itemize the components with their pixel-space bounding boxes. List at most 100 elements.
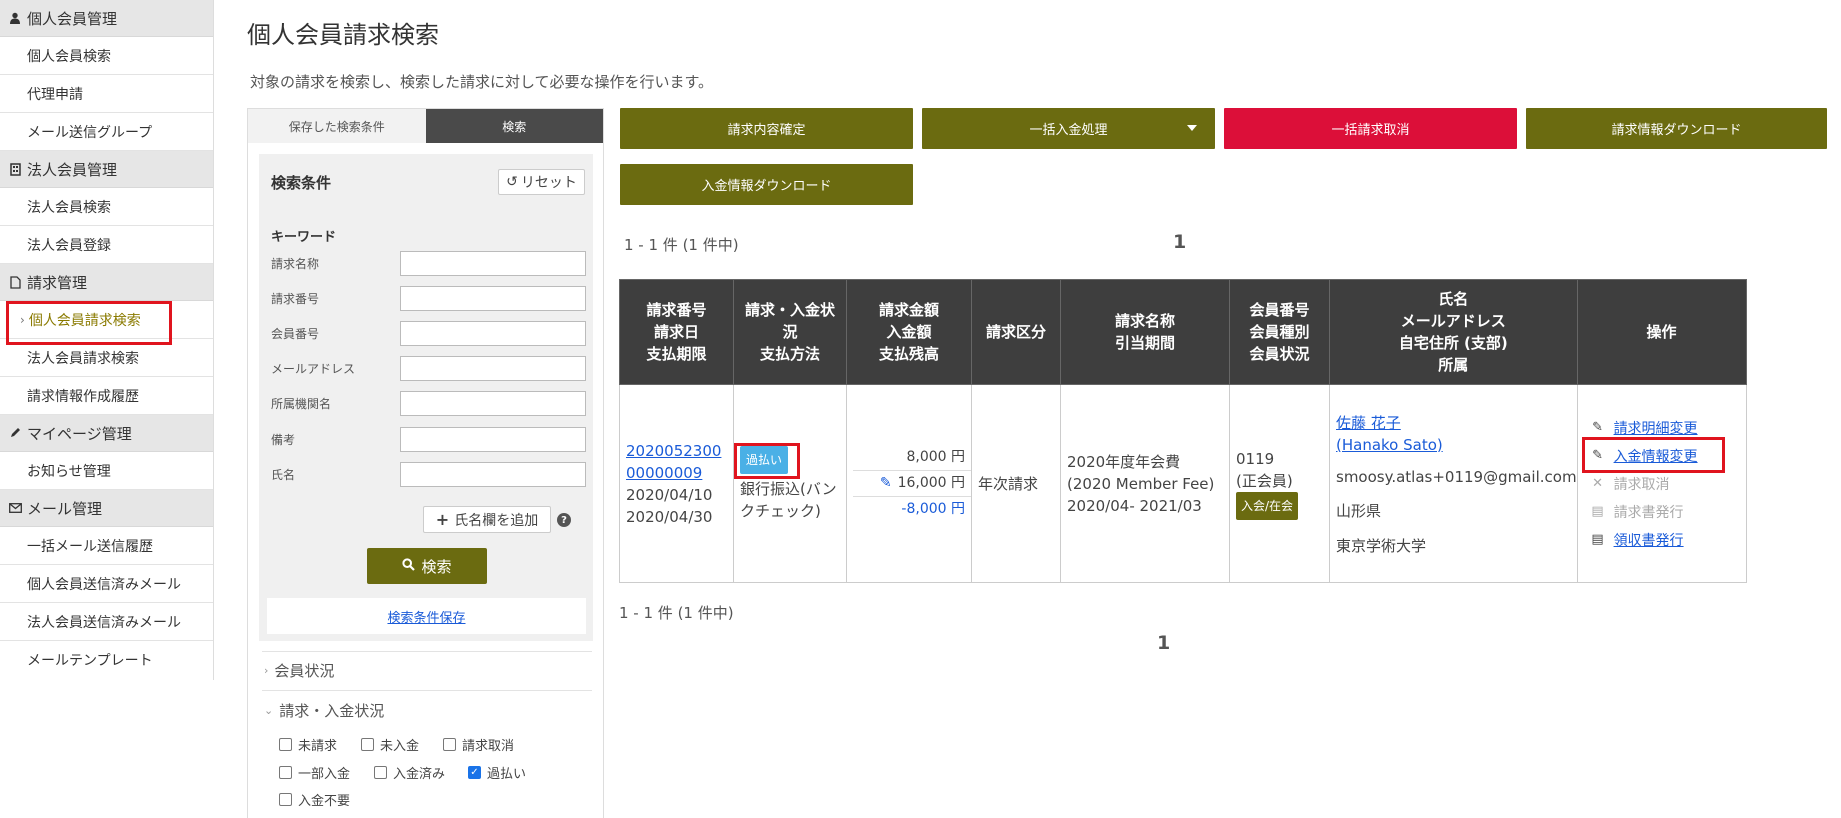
- pen-icon: [8, 426, 22, 440]
- pencil-icon[interactable]: ✎: [880, 475, 892, 491]
- mail-icon: [8, 501, 22, 515]
- op-label: 請求書発行: [1613, 504, 1684, 521]
- checkbox-partial[interactable]: 一部入金: [279, 763, 350, 782]
- page-number-bottom[interactable]: 1: [1157, 632, 1170, 654]
- search-button[interactable]: 検索: [367, 548, 487, 584]
- checkbox-unbilled[interactable]: 未請求: [279, 735, 337, 754]
- confirm-invoice-button[interactable]: 請求内容確定: [620, 108, 913, 149]
- op-label[interactable]: 領収書発行: [1614, 530, 1684, 550]
- sidebar-section-billing: 請求管理: [0, 264, 213, 301]
- sidebar-item-label: メールテンプレート: [27, 653, 153, 669]
- sidebar-item-notices[interactable]: お知らせ管理: [0, 452, 213, 490]
- sidebar-item-proxy-application[interactable]: 代理申請: [0, 75, 213, 113]
- table-row: 2020052300 00000009 2020/04/10 2020/04/30…: [619, 384, 1747, 583]
- sidebar-item-billing-history[interactable]: 請求情報作成履歴: [0, 377, 213, 415]
- save-condition-link[interactable]: 検索条件保存: [387, 607, 465, 626]
- checkbox-box[interactable]: [279, 766, 292, 779]
- member-type: (正会員): [1236, 471, 1293, 490]
- tab-saved-conditions[interactable]: 保存した検索条件: [248, 109, 426, 143]
- pencil-icon: ✎: [1592, 420, 1604, 435]
- field-invoice-number: 請求番号: [271, 285, 586, 311]
- result-count-bottom: 1 - 1 件 (1 件中): [619, 604, 734, 622]
- member-number-input[interactable]: [400, 320, 586, 346]
- header-invoice-number: 請求番号 請求日 支払期限: [619, 279, 734, 385]
- tab-search[interactable]: 検索: [425, 109, 603, 143]
- sidebar-item-personal-sent-mail[interactable]: 個人会員送信済みメール: [0, 565, 213, 603]
- sidebar-item-corporate-sent-mail[interactable]: 法人会員送信済みメール: [0, 603, 213, 641]
- invoice-name: 2020年度年会費: [1067, 452, 1181, 471]
- member-status-badge: 入会/在会: [1236, 491, 1299, 520]
- field-invoice-name: 請求名称: [271, 250, 586, 276]
- sidebar-item-corporate-billing-search[interactable]: 法人会員請求検索: [0, 339, 213, 377]
- sidebar-item-corporate-register[interactable]: 法人会員登録: [0, 226, 213, 264]
- edit-invoice-detail-action[interactable]: ✎ 請求明細変更: [1590, 414, 1746, 442]
- issue-invoice-action: ▤ 請求書発行: [1590, 498, 1746, 526]
- invoice-name-input[interactable]: [400, 250, 586, 276]
- bulk-cancel-button[interactable]: 一括請求取消: [1224, 108, 1517, 149]
- payment-download-button[interactable]: 入金情報ダウンロード: [620, 164, 913, 205]
- checkbox-box-checked[interactable]: ✓: [468, 766, 481, 779]
- cancel-invoice-action: ✕ 請求取消: [1590, 470, 1746, 498]
- checkbox-paid[interactable]: 入金済み: [374, 763, 445, 782]
- issue-receipt-action[interactable]: ▤ 領収書発行: [1590, 526, 1746, 554]
- checkbox-box[interactable]: [361, 738, 374, 751]
- divider: [262, 651, 592, 652]
- sidebar-section-mypage: マイページ管理: [0, 415, 213, 452]
- name-input[interactable]: [400, 461, 586, 487]
- page-number-top[interactable]: 1: [1173, 231, 1186, 253]
- field-label: 備考: [271, 432, 296, 447]
- help-icon[interactable]: ?: [557, 513, 571, 527]
- person-name-link[interactable]: 佐藤 花子 (Hanako Sato): [1336, 412, 1577, 456]
- cell-amounts: 8,000 円 ✎ 16,000 円 -8,000 円: [846, 384, 972, 583]
- checkbox-unpaid[interactable]: 未入金: [361, 735, 419, 754]
- field-label: 所属機関名: [271, 396, 332, 411]
- accordion-label: 会員状況: [274, 662, 335, 680]
- file-icon: ▤: [1591, 504, 1604, 519]
- sidebar-item-bulk-mail-history[interactable]: 一括メール送信履歴: [0, 527, 213, 565]
- add-name-field-button[interactable]: + 氏名欄を追加: [423, 506, 551, 533]
- checkbox-cancelled[interactable]: 請求取消: [443, 735, 514, 754]
- affiliation: 東京学術大学: [1336, 536, 1427, 555]
- amount-billed: 8,000 円: [853, 445, 971, 471]
- cell-member: 0119 (正会員) 入会/在会: [1229, 384, 1330, 583]
- sidebar-item-mail-group[interactable]: メール送信グループ: [0, 113, 213, 151]
- sidebar-item-personal-billing-search[interactable]: › 個人会員請求検索: [0, 301, 213, 339]
- checkbox-box[interactable]: [279, 738, 292, 751]
- invoice-number-input[interactable]: [400, 285, 586, 311]
- checkbox-box[interactable]: [443, 738, 456, 751]
- search-panel-tabs: 保存した検索条件 検索: [248, 109, 603, 143]
- divider: [262, 690, 592, 691]
- checkbox-box[interactable]: [374, 766, 387, 779]
- accordion-member-status[interactable]: › 会員状況: [264, 660, 594, 681]
- sidebar-section-mail: メール管理: [0, 490, 213, 527]
- search-button-label: 検索: [421, 557, 452, 576]
- checkbox-no-payment-needed[interactable]: 入金不要: [279, 790, 350, 809]
- pencil-icon: ✎: [1592, 448, 1604, 463]
- checkbox-overpaid[interactable]: ✓ 過払い: [468, 763, 526, 782]
- op-label[interactable]: 請求明細変更: [1614, 418, 1698, 438]
- building-icon: [8, 162, 22, 176]
- sidebar-item-mail-template[interactable]: メールテンプレート: [0, 641, 213, 679]
- save-condition-box: 検索条件保存: [267, 598, 586, 634]
- sidebar-item-label: 個人会員請求検索: [28, 312, 141, 329]
- checkbox-box[interactable]: [279, 793, 292, 806]
- notes-input[interactable]: [400, 426, 586, 452]
- invoice-download-button[interactable]: 請求情報ダウンロード: [1526, 108, 1827, 149]
- sidebar-item-personal-search[interactable]: 個人会員検索: [0, 37, 213, 75]
- bulk-payment-button[interactable]: 一括入金処理: [922, 108, 1215, 149]
- accordion-payment-status[interactable]: ⌄ 請求・入金状況: [264, 700, 594, 721]
- field-label: 請求名称: [271, 256, 320, 271]
- organization-input[interactable]: [400, 390, 586, 416]
- result-count-top: 1 - 1 件 (1 件中): [624, 236, 739, 254]
- header-invoice-name: 請求名称 引当期間: [1060, 279, 1230, 385]
- sidebar-item-label: 法人会員検索: [27, 199, 111, 216]
- edit-payment-info-action[interactable]: ✎ 入金情報変更: [1590, 442, 1746, 470]
- op-label[interactable]: 入金情報変更: [1614, 446, 1698, 466]
- email-input[interactable]: [400, 355, 586, 381]
- reset-button[interactable]: ↺ リセット: [498, 169, 585, 195]
- invoice-number-link[interactable]: 2020052300 00000009: [626, 440, 733, 484]
- accordion-label: 請求・入金状況: [279, 702, 385, 720]
- checkbox-label: 入金不要: [298, 794, 351, 809]
- member-number: 0119: [1236, 449, 1275, 468]
- sidebar-item-corporate-search[interactable]: 法人会員検索: [0, 188, 213, 226]
